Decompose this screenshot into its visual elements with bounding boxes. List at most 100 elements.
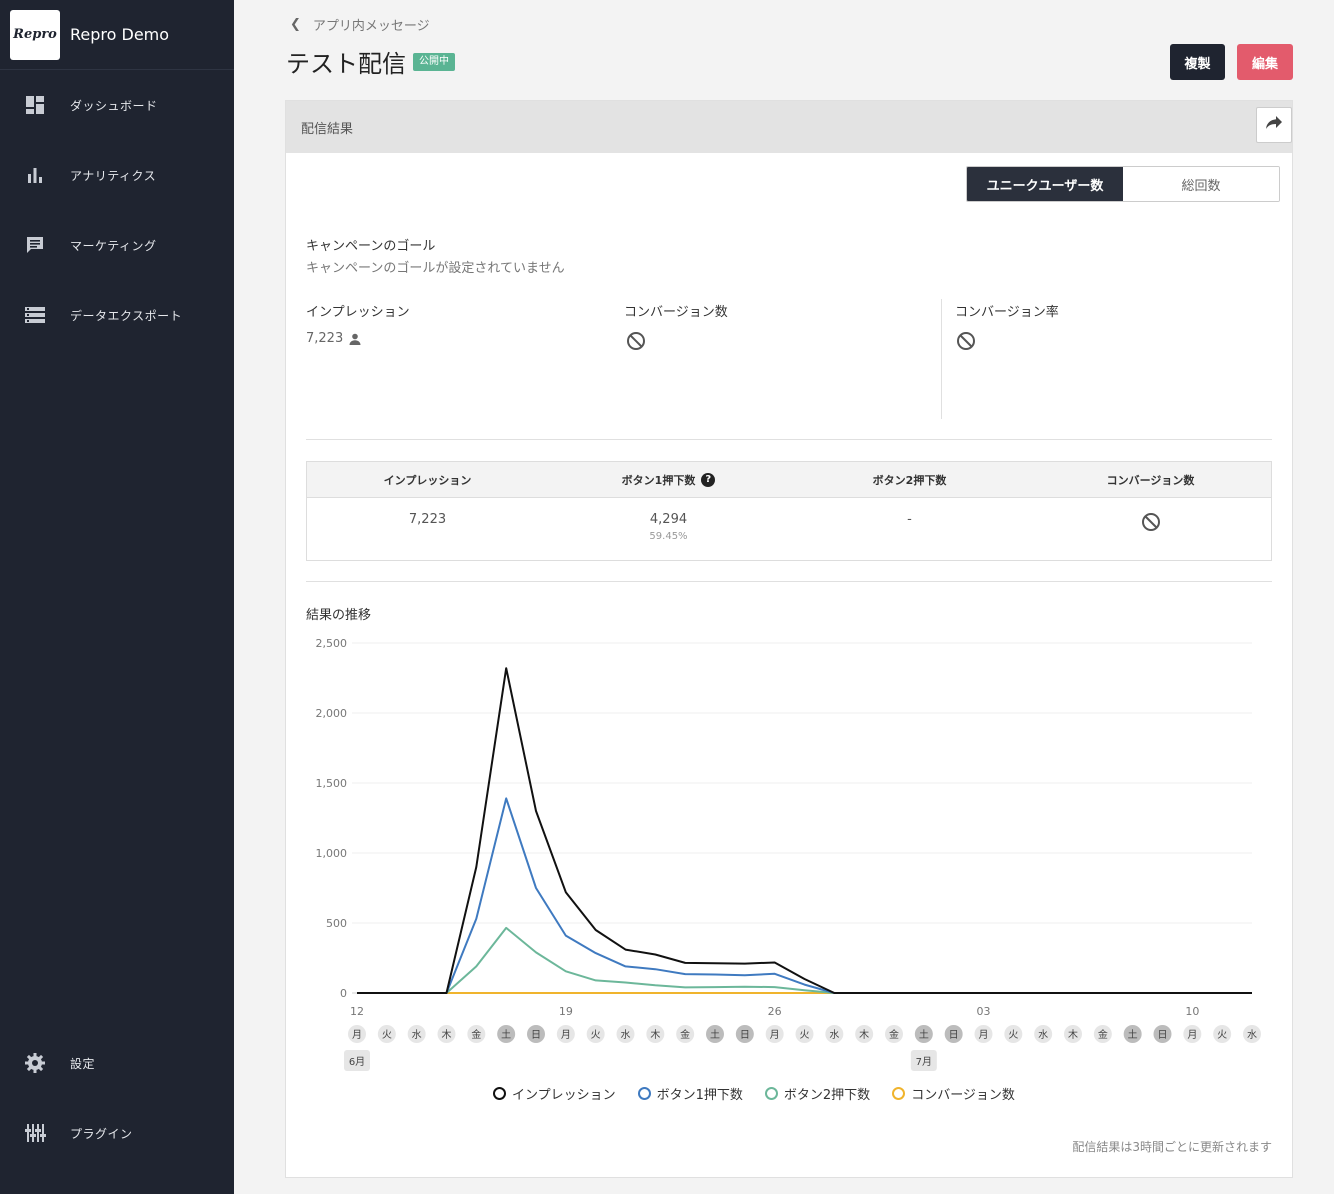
help-icon[interactable]: ? bbox=[701, 472, 716, 487]
bar-chart-icon bbox=[24, 164, 46, 186]
page-title: テスト配信 bbox=[286, 50, 406, 78]
duplicate-button[interactable]: 複製 bbox=[1170, 44, 1225, 80]
weekday-label: 土 bbox=[501, 1028, 511, 1041]
y-tick-label: 2,500 bbox=[316, 637, 348, 650]
weekday-label: 月 bbox=[1187, 1029, 1197, 1041]
edit-button[interactable]: 編集 bbox=[1237, 44, 1293, 80]
metrics-divider bbox=[941, 299, 942, 419]
share-icon bbox=[1265, 115, 1283, 135]
trend-chart: 0 500 1,000 1,500 2,000 2,500 12 19 26 03 10 月 火 水 木 金 土… bbox=[316, 637, 1261, 1071]
month-label: 7月 bbox=[916, 1056, 932, 1068]
y-tick-label: 1,000 bbox=[316, 847, 348, 860]
legend-button1[interactable]: ボタン1押下数 bbox=[637, 1084, 743, 1103]
share-button[interactable] bbox=[1256, 107, 1292, 143]
message-icon bbox=[24, 234, 46, 256]
goal-title: キャンペーンのゴール bbox=[306, 239, 436, 254]
sidebar: Repro Repro Demo ダッシュボード アナリティクス マーケティング… bbox=[0, 0, 234, 1194]
header-button1-label: ボタン1押下数 bbox=[621, 473, 696, 487]
header-impression: インプレッション bbox=[383, 473, 472, 487]
weekday-label: 日 bbox=[740, 1030, 750, 1041]
header-conversion: コンバージョン数 bbox=[1106, 473, 1195, 487]
weekday-label: 月 bbox=[770, 1029, 780, 1041]
cell-button1-rate: 59.45% bbox=[649, 531, 688, 542]
legend-marker bbox=[637, 1087, 651, 1100]
cell-impression: 7,223 bbox=[307, 498, 548, 560]
sidebar-item-analytics[interactable]: アナリティクス bbox=[0, 150, 234, 200]
weekday-label: 水 bbox=[1038, 1029, 1048, 1041]
sidebar-item-label: プラグイン bbox=[70, 1126, 133, 1141]
update-note: 配信結果は3時間ごとに更新されます bbox=[1072, 1140, 1272, 1154]
storage-icon bbox=[24, 304, 46, 326]
weekday-label: 木 bbox=[442, 1029, 452, 1041]
count-mode-toggle: ユニークユーザー数 総回数 bbox=[966, 166, 1280, 202]
legend-conversion[interactable]: コンバージョン数 bbox=[892, 1084, 1015, 1103]
blocked-icon bbox=[956, 331, 976, 351]
weekday-label: 土 bbox=[710, 1028, 720, 1041]
dashboard-icon bbox=[24, 94, 46, 116]
sidebar-item-settings[interactable]: 設定 bbox=[0, 1038, 234, 1088]
legend-label: インプレッション bbox=[512, 1088, 616, 1103]
legend-label: ボタン2押下数 bbox=[783, 1088, 871, 1103]
month-label: 6月 bbox=[349, 1056, 365, 1068]
weekday-label: 日 bbox=[949, 1030, 959, 1041]
header-button1: ボタン1押下数 ? bbox=[548, 462, 789, 497]
sidebar-item-marketing[interactable]: マーケティング bbox=[0, 220, 234, 270]
weekday-label: 火 bbox=[1008, 1029, 1018, 1041]
weekday-label: 月 bbox=[561, 1029, 571, 1041]
weekday-label: 金 bbox=[889, 1028, 899, 1041]
y-tick-label: 2,000 bbox=[316, 707, 348, 720]
weekday-label: 火 bbox=[591, 1029, 601, 1041]
sidebar-item-label: マーケティング bbox=[70, 238, 157, 253]
weekday-label: 火 bbox=[800, 1029, 810, 1041]
weekday-label: 日 bbox=[1158, 1030, 1168, 1041]
conversion-label: コンバージョン数 bbox=[624, 305, 728, 320]
legend-impression[interactable]: インプレッション bbox=[493, 1084, 616, 1103]
section-divider bbox=[306, 439, 1272, 440]
sidebar-item-label: データエクスポート bbox=[70, 308, 183, 323]
unique-users-tab[interactable]: ユニークユーザー数 bbox=[967, 167, 1123, 201]
sidebar-item-label: 設定 bbox=[70, 1056, 96, 1071]
series-line-impression bbox=[357, 667, 1252, 994]
y-tick-label: 0 bbox=[340, 987, 347, 1000]
weekday-label: 水 bbox=[829, 1029, 839, 1041]
card-header: 配信結果 bbox=[286, 101, 1292, 153]
goal-subtitle: キャンペーンのゴールが設定されていません bbox=[306, 261, 565, 276]
sidebar-item-label: ダッシュボード bbox=[70, 98, 158, 113]
legend-label: コンバージョン数 bbox=[911, 1088, 1015, 1103]
weekday-label: 土 bbox=[919, 1028, 929, 1041]
sidebar-item-plugins[interactable]: プラグイン bbox=[0, 1108, 234, 1158]
weekday-label: 月 bbox=[352, 1029, 362, 1041]
y-tick-label: 1,500 bbox=[316, 777, 348, 790]
impression-value: 7,223 bbox=[306, 331, 344, 346]
x-tick-label: 19 bbox=[559, 1005, 573, 1018]
sidebar-item-dashboard[interactable]: ダッシュボード bbox=[0, 80, 234, 130]
weekday-label: 日 bbox=[531, 1030, 541, 1041]
weekday-label: 金 bbox=[1098, 1028, 1108, 1041]
total-count-tab[interactable]: 総回数 bbox=[1123, 167, 1279, 201]
weekday-label: 火 bbox=[382, 1029, 392, 1041]
cell-conversion bbox=[1030, 498, 1271, 560]
logo: Repro bbox=[10, 9, 60, 60]
brand[interactable]: Repro Repro Demo bbox=[0, 0, 234, 70]
weekday-label: 木 bbox=[859, 1029, 869, 1041]
legend-button2[interactable]: ボタン2押下数 bbox=[764, 1084, 871, 1103]
cell-button1-value: 4,294 bbox=[649, 512, 688, 527]
status-badge: 公開中 bbox=[413, 53, 455, 71]
weekday-label: 木 bbox=[650, 1029, 660, 1041]
blocked-icon bbox=[626, 331, 646, 351]
legend-marker bbox=[493, 1087, 506, 1100]
header-button2: ボタン2押下数 bbox=[872, 473, 947, 487]
x-tick-label: 12 bbox=[350, 1005, 364, 1018]
legend-marker bbox=[764, 1087, 778, 1100]
legend-marker bbox=[892, 1087, 906, 1100]
legend-label: ボタン1押下数 bbox=[656, 1088, 743, 1103]
breadcrumb-label: アプリ内メッセージ bbox=[312, 19, 430, 34]
cell-button1: 4,294 59.45% bbox=[548, 498, 789, 560]
cell-button2-value: - bbox=[907, 512, 912, 527]
series-line-button2 bbox=[357, 926, 1252, 994]
blocked-icon bbox=[1141, 512, 1161, 532]
weekday-label: 水 bbox=[1247, 1029, 1257, 1041]
person-icon bbox=[349, 333, 361, 345]
breadcrumb[interactable]: ❮ アプリ内メッセージ bbox=[290, 15, 430, 34]
sidebar-item-data-export[interactable]: データエクスポート bbox=[0, 290, 234, 340]
